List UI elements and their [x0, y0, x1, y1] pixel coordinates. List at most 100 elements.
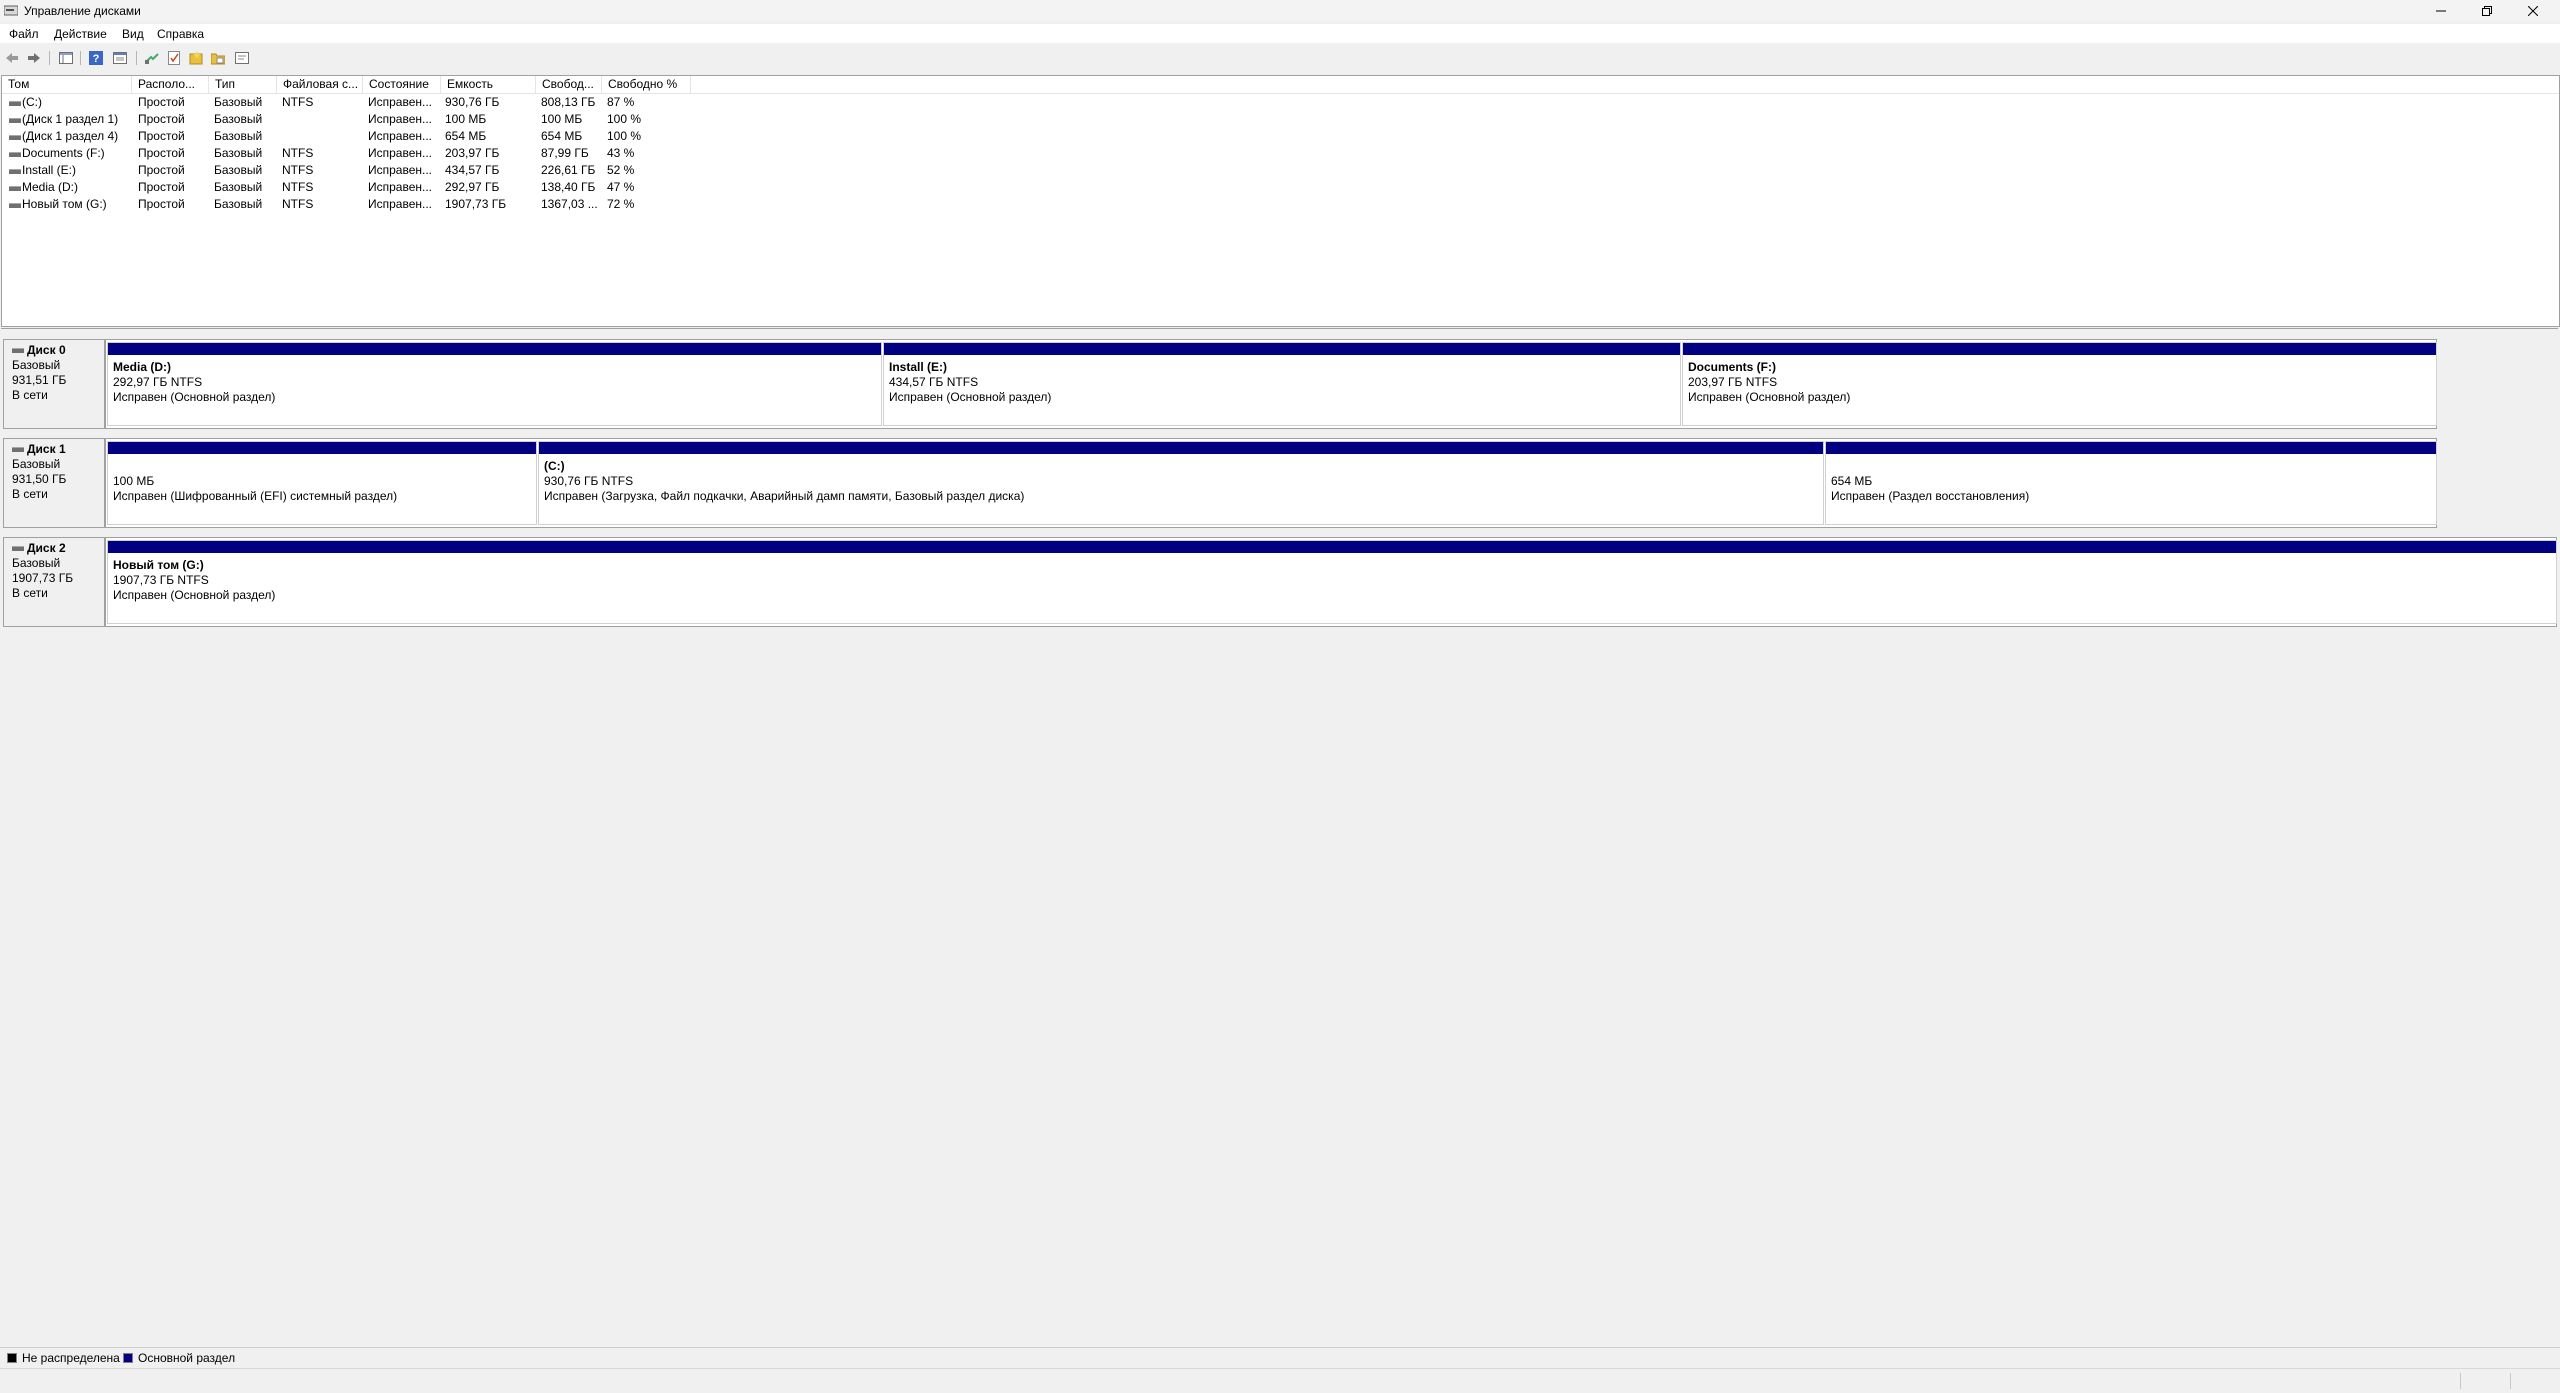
table-cell: 292,97 ГБ [445, 180, 500, 194]
table-cell: Media (D:) [22, 180, 79, 194]
table-cell: NTFS [282, 163, 314, 177]
volume-icon [9, 152, 21, 157]
partition-block[interactable]: 654 МБ Исправен (Раздел восстановления) [1825, 441, 2437, 525]
table-cell: Простой [138, 197, 185, 211]
table-cell: Простой [138, 95, 185, 109]
column-header-status[interactable]: Состояние [363, 76, 441, 93]
table-cell: Исправен... [368, 163, 433, 177]
table-cell: Базовый [214, 163, 263, 177]
partition-status: Исправен (Раздел восстановления) [1831, 489, 2030, 503]
table-cell: 1367,03 ... [541, 197, 598, 211]
table-cell: Простой [138, 146, 185, 160]
partition-size: 1907,73 ГБ NTFS [113, 573, 209, 587]
partition-block[interactable]: Documents (F:) 203,97 ГБ NTFS Исправен (Ос… [1682, 342, 2437, 426]
table-cell: 100 МБ [445, 112, 487, 126]
check-button[interactable] [165, 49, 183, 67]
disk-name: Диск 1 [12, 442, 104, 457]
partition-color-bar [108, 442, 536, 454]
table-cell: Базовый [214, 180, 263, 194]
connect-button[interactable] [143, 49, 161, 67]
minimize-button[interactable] [2418, 0, 2464, 22]
table-cell: NTFS [282, 95, 314, 109]
disk-label-0[interactable]: Диск 0 Базовый 931,51 ГБ В сети [3, 339, 105, 429]
table-row[interactable]: (Диск 1 раздел 4) Простой Базовый Исправен.… [2, 128, 2559, 145]
table-cell: 47 % [607, 180, 635, 194]
export-button[interactable] [233, 49, 251, 67]
disk-name-text: Диск 0 [27, 343, 66, 357]
disk-type: Базовый [12, 358, 61, 372]
partition-block[interactable]: Install (E:) 434,57 ГБ NTFS Исправен (Осно… [883, 342, 1681, 426]
console-tree-button[interactable] [57, 49, 75, 67]
volume-icon [9, 186, 21, 191]
partition-size: 434,57 ГБ NTFS [889, 375, 979, 389]
folder-button[interactable] [209, 49, 227, 67]
partition-name: Install (E:) [889, 360, 948, 374]
table-row[interactable]: Media (D:) Простой Базовый NTFS Исправен... 2… [2, 179, 2559, 196]
table-cell: Простой [138, 180, 185, 194]
column-header-filesystem[interactable]: Файловая с... [277, 76, 363, 93]
table-cell: 808,13 ГБ [541, 95, 596, 109]
partition-block[interactable]: (C:) 930,76 ГБ NTFS Исправен (Загрузка, Фа… [538, 441, 1824, 525]
menu-bar: Файл Действие Вид Справка [0, 24, 2560, 43]
menu-file[interactable]: Файл [6, 27, 42, 41]
table-cell: 72 % [607, 197, 635, 211]
disk-type: Базовый [12, 556, 61, 570]
table-cell: 87,99 ГБ [541, 146, 589, 160]
column-header-volume[interactable]: Том [2, 76, 132, 93]
disk-type: Базовый [12, 457, 61, 471]
table-cell: Исправен... [368, 112, 433, 126]
table-cell: 654 МБ [445, 129, 487, 143]
table-cell: Новый том (G:) [22, 197, 107, 211]
properties-button[interactable] [111, 49, 129, 67]
back-button[interactable] [3, 49, 21, 67]
status-bar [0, 1368, 2560, 1393]
column-header-free-space[interactable]: Свобод... [536, 76, 602, 93]
column-header-capacity[interactable]: Емкость [441, 76, 536, 93]
partition-block[interactable]: Media (D:) 292,97 ГБ NTFS Исправен (Основн… [107, 342, 882, 426]
disk-label-1[interactable]: Диск 1 Базовый 931,50 ГБ В сети [3, 438, 105, 528]
new-button[interactable] [187, 49, 205, 67]
partition-color-bar [1826, 442, 2436, 454]
back-icon [6, 53, 18, 63]
menu-view[interactable]: Вид [119, 27, 147, 41]
table-row[interactable]: Новый том (G:) Простой Базовый NTFS Исправен… [2, 196, 2559, 213]
legend-swatch-primary [123, 1353, 133, 1363]
partition-block[interactable]: Новый том (G:) 1907,73 ГБ NTFS Исправен (О… [107, 540, 2557, 624]
table-cell: Исправен... [368, 197, 433, 211]
table-row[interactable]: Documents (F:) Простой Базовый NTFS Исправен… [2, 145, 2559, 162]
partition-info: (C:) 930,76 ГБ NTFS Исправен (Загрузка, Фа… [544, 459, 1024, 504]
table-row[interactable]: Install (E:) Простой Базовый NTFS Исправен..… [2, 162, 2559, 179]
window-title: Управление дисками [24, 4, 141, 18]
forward-button[interactable] [25, 49, 43, 67]
volume-icon [9, 101, 21, 106]
menu-help[interactable]: Справка [154, 27, 207, 41]
legend-swatch-unallocated [7, 1353, 17, 1363]
close-button[interactable] [2510, 0, 2556, 22]
disk-status: В сети [12, 388, 48, 402]
column-header-free-percent[interactable]: Свободно % [602, 76, 691, 93]
table-cell: (Диск 1 раздел 1) [22, 112, 119, 126]
table-cell: Documents (F:) [22, 146, 105, 160]
table-row[interactable]: (Диск 1 раздел 1) Простой Базовый Исправен.… [2, 111, 2559, 128]
menu-action[interactable]: Действие [51, 27, 110, 41]
disk-size: 931,50 ГБ [12, 472, 67, 486]
title-bar: Управление дисками [0, 0, 2560, 22]
partition-block[interactable]: 100 МБ Исправен (Шифрованный (EFI) систем… [107, 441, 537, 525]
disk-name: Диск 2 [12, 541, 104, 556]
new-icon [189, 51, 203, 65]
partition-size: 654 МБ [1831, 474, 1873, 488]
disk-label-2[interactable]: Диск 2 Базовый 1907,73 ГБ В сети [3, 537, 105, 627]
restore-button[interactable] [2464, 0, 2510, 22]
table-cell: NTFS [282, 197, 314, 211]
partition-color-bar [108, 343, 881, 355]
folder-icon [211, 53, 225, 65]
table-cell: Простой [138, 163, 185, 177]
legend: Не распределена Основной раздел [0, 1347, 2560, 1368]
properties-icon [113, 52, 127, 64]
column-header-layout[interactable]: Располо... [132, 76, 209, 93]
column-header-type[interactable]: Тип [209, 76, 277, 93]
table-cell: Install (E:) [22, 163, 77, 177]
volume-list: Том Располо... Тип Файловая с... Состоян… [1, 75, 2560, 327]
help-button[interactable]: ? [87, 49, 105, 67]
table-row[interactable]: (C:) Простой Базовый NTFS Исправен... 930,76 … [2, 94, 2559, 111]
